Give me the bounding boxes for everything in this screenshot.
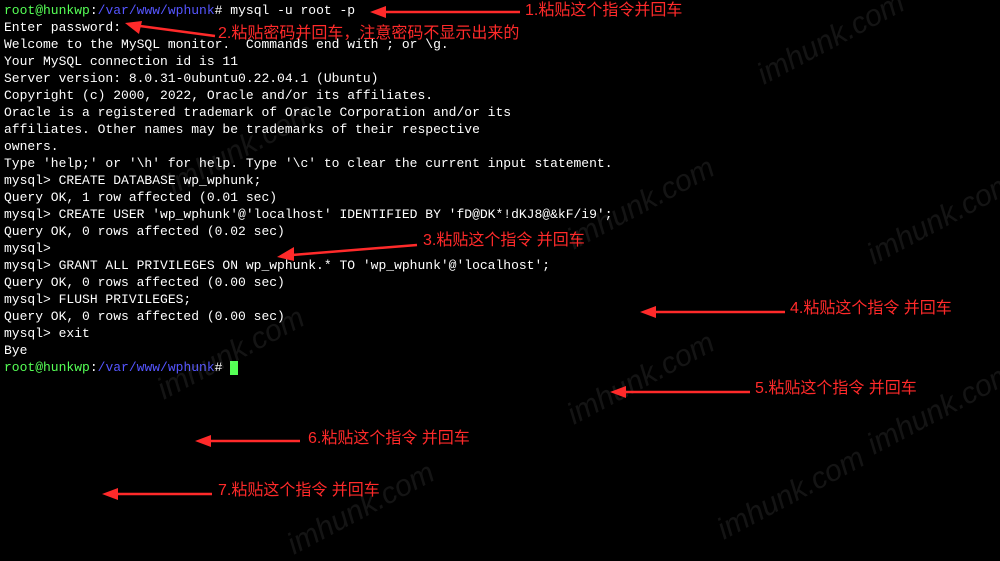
cursor-icon bbox=[230, 361, 238, 375]
line-help: Type 'help;' or '\h' for help. Type '\c'… bbox=[4, 155, 996, 172]
arrow-7-icon bbox=[102, 485, 217, 503]
line-oracle-3: owners. bbox=[4, 138, 996, 155]
line-exit: mysql> exit bbox=[4, 325, 996, 342]
prompt-sep: : bbox=[90, 360, 98, 375]
line-copyright: Copyright (c) 2000, 2022, Oracle and/or … bbox=[4, 87, 996, 104]
line-query-ok-3: Query OK, 0 rows affected (0.00 sec) bbox=[4, 274, 996, 291]
line-connection-id: Your MySQL connection id is 11 bbox=[4, 53, 996, 70]
annotation-1: 1.粘贴这个指令并回车 bbox=[525, 2, 682, 19]
arrow-6-icon bbox=[195, 432, 305, 450]
annotation-6: 6.粘贴这个指令 并回车 bbox=[308, 430, 470, 447]
command-empty bbox=[222, 360, 230, 375]
annotation-4: 4.粘贴这个指令 并回车 bbox=[790, 300, 952, 317]
annotation-3: 3.粘贴这个指令 并回车 bbox=[423, 232, 585, 249]
watermark: imhunk.com bbox=[285, 463, 436, 554]
line-oracle-2: affiliates. Other names may be trademark… bbox=[4, 121, 996, 138]
prompt-sep: : bbox=[90, 3, 98, 18]
command-mysql: mysql -u root -p bbox=[222, 3, 355, 18]
prompt-user: root@hunkwp bbox=[4, 3, 90, 18]
line-prompt-2[interactable]: root@hunkwp:/var/www/wphunk# bbox=[4, 359, 996, 376]
line-create-database: mysql> CREATE DATABASE wp_wphunk; bbox=[4, 172, 996, 189]
annotation-2: 2.粘贴密码并回车，注意密码不显示出来的 bbox=[218, 25, 519, 42]
annotation-5: 5.粘贴这个指令 并回车 bbox=[755, 380, 917, 397]
prompt-user: root@hunkwp bbox=[4, 360, 90, 375]
arrow-5-icon bbox=[610, 383, 755, 401]
terminal-output: root@hunkwp:/var/www/wphunk# mysql -u ro… bbox=[4, 2, 996, 376]
line-create-user: mysql> CREATE USER 'wp_wphunk'@'localhos… bbox=[4, 206, 996, 223]
line-query-ok-1: Query OK, 1 row affected (0.01 sec) bbox=[4, 189, 996, 206]
watermark: imhunk.com bbox=[865, 363, 1000, 454]
line-grant: mysql> GRANT ALL PRIVILEGES ON wp_wphunk… bbox=[4, 257, 996, 274]
annotation-7: 7.粘贴这个指令 并回车 bbox=[218, 482, 380, 499]
line-oracle-1: Oracle is a registered trademark of Orac… bbox=[4, 104, 996, 121]
prompt-path: /var/www/wphunk bbox=[98, 3, 215, 18]
line-prompt-1[interactable]: root@hunkwp:/var/www/wphunk# mysql -u ro… bbox=[4, 2, 996, 19]
line-server-version: Server version: 8.0.31-0ubuntu0.22.04.1 … bbox=[4, 70, 996, 87]
prompt-path: /var/www/wphunk bbox=[98, 360, 215, 375]
line-bye: Bye bbox=[4, 342, 996, 359]
watermark: imhunk.com bbox=[715, 448, 866, 539]
